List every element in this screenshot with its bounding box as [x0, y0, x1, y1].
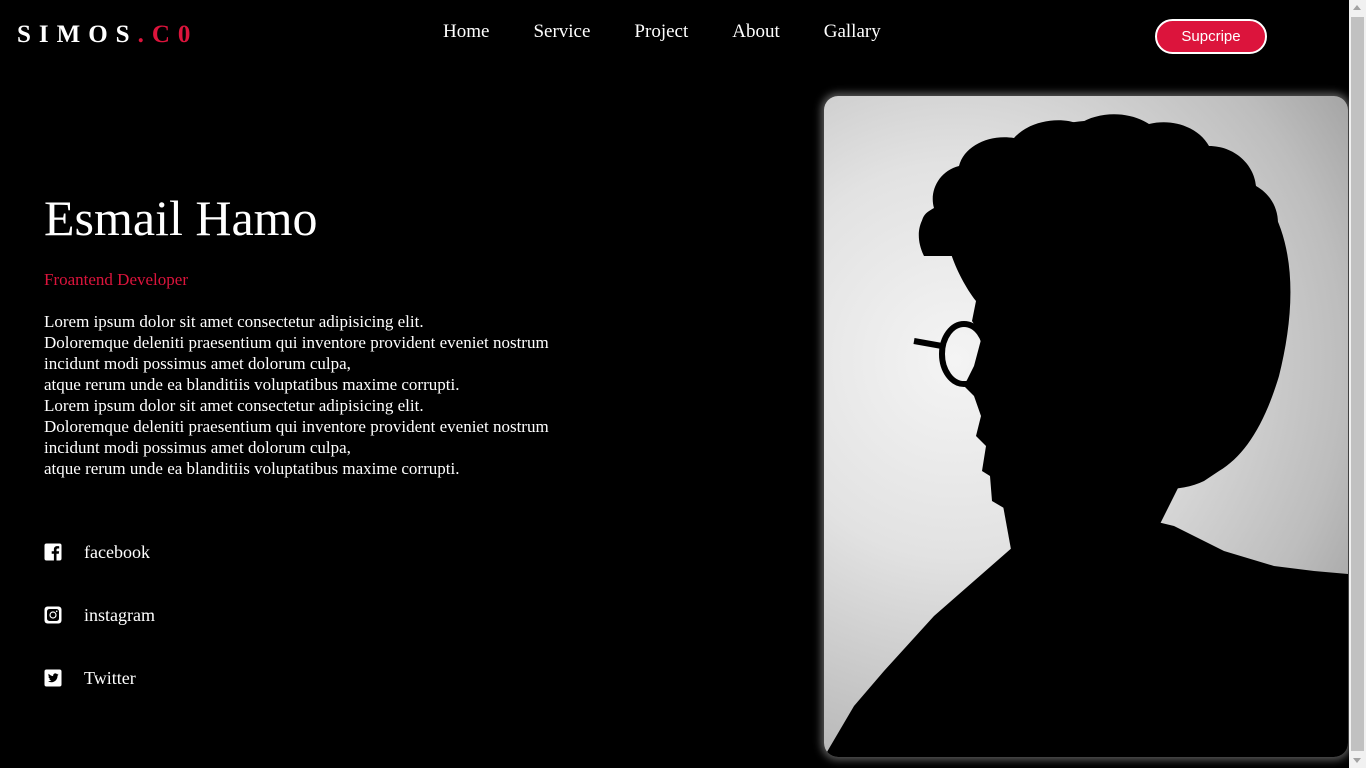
main-nav: Home Service Project About Gallary	[443, 20, 925, 44]
nav-link-service[interactable]: Service	[533, 20, 590, 44]
social-label-facebook: facebook	[84, 542, 150, 562]
facebook-icon	[44, 543, 62, 561]
social-label-instagram: instagram	[84, 605, 155, 625]
hero-role: Froantend Developer	[44, 270, 188, 289]
nav-link-home[interactable]: Home	[443, 20, 489, 44]
social-link-facebook[interactable]: facebook	[44, 541, 150, 563]
scroll-down-arrow-icon[interactable]	[1353, 758, 1361, 763]
instagram-icon	[44, 606, 62, 624]
hero-name: Esmail Hamo	[44, 190, 318, 246]
hero-description: Lorem ipsum dolor sit amet consectetur a…	[44, 311, 604, 479]
site-logo[interactable]: SIMOS.C0	[17, 19, 198, 51]
scrollbar-thumb[interactable]	[1351, 17, 1364, 751]
description-line: incidunt modi possimus amet dolorum culp…	[44, 438, 351, 457]
vertical-scrollbar[interactable]	[1349, 0, 1366, 768]
description-line: Lorem ipsum dolor sit amet consectetur a…	[44, 396, 424, 415]
description-line: incidunt modi possimus amet dolorum culp…	[44, 354, 351, 373]
scroll-up-arrow-icon[interactable]	[1353, 5, 1361, 10]
logo-accent-text: .C0	[137, 21, 199, 48]
nav-link-gallary[interactable]: Gallary	[824, 20, 881, 44]
page: SIMOS.C0 Home Service Project About Gall…	[0, 0, 1349, 768]
social-link-instagram[interactable]: instagram	[44, 604, 155, 626]
description-line: Doloremque deleniti praesentium qui inve…	[44, 417, 549, 436]
description-line: atque rerum unde ea blanditiis voluptati…	[44, 459, 460, 478]
nav-link-about[interactable]: About	[732, 20, 780, 44]
logo-main-text: SIMOS	[17, 21, 138, 48]
social-link-twitter[interactable]: Twitter	[44, 667, 136, 689]
profile-photo	[824, 96, 1348, 757]
description-line: Doloremque deleniti praesentium qui inve…	[44, 333, 549, 352]
social-label-twitter: Twitter	[84, 668, 136, 688]
description-line: Lorem ipsum dolor sit amet consectetur a…	[44, 312, 424, 331]
nav-link-project[interactable]: Project	[634, 20, 688, 44]
description-line: atque rerum unde ea blanditiis voluptati…	[44, 375, 460, 394]
subscribe-button[interactable]: Supcripe	[1155, 19, 1267, 54]
twitter-icon	[44, 669, 62, 687]
